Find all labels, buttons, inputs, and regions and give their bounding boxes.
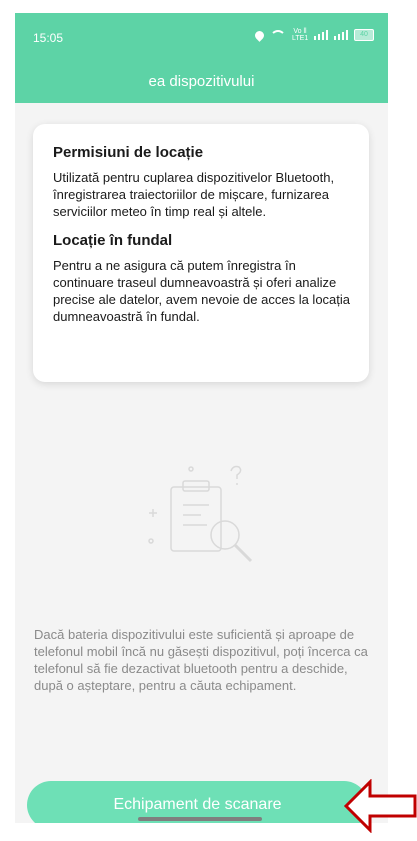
arrow-pointer-icon — [344, 779, 417, 833]
background-location-title: Locație în fundal — [53, 232, 173, 249]
location-icon — [253, 28, 266, 42]
phone-screen: 15:05 Vo ll LTE1 40 ea dispozitivului Pe… — [15, 13, 388, 823]
volte-icon: Vo ll LTE1 — [292, 28, 309, 42]
permission-card: Permisiuni de locație Utilizată pentru c… — [33, 124, 369, 382]
location-permission-text: Utilizată pentru cuplarea dispozitivelor… — [53, 170, 335, 219]
location-permission-title: Permisiuni de locație — [53, 144, 204, 161]
search-clipboard-illustration — [148, 465, 253, 563]
page-title: ea dispozitivului — [148, 73, 255, 90]
signal-icon-2 — [334, 30, 348, 40]
status-icons: Vo ll LTE1 40 — [253, 28, 374, 42]
home-indicator[interactable] — [138, 817, 262, 821]
header-bar: 15:05 Vo ll LTE1 40 ea dispozitivului — [15, 13, 388, 103]
status-time: 15:05 — [33, 31, 64, 45]
signal-icon — [314, 30, 328, 40]
battery-icon: 40 — [354, 29, 374, 41]
help-text: Dacă bateria dispozitivului este suficie… — [34, 627, 368, 693]
wifi-icon — [270, 30, 286, 40]
background-location-text: Pentru a ne asigura că putem înregistra … — [53, 258, 351, 324]
